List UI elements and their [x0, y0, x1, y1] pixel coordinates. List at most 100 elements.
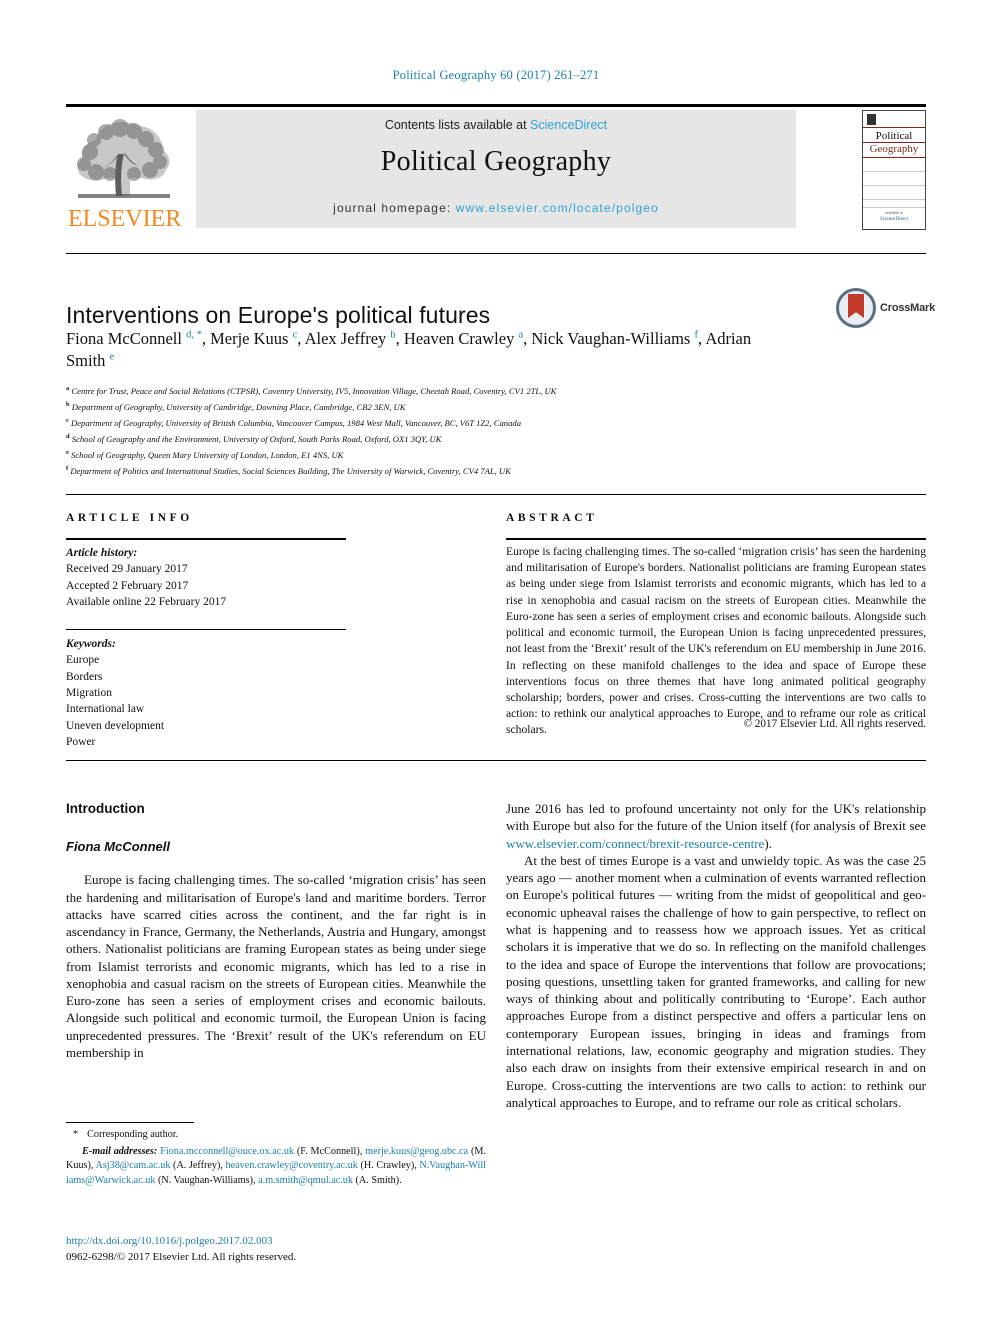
article-history-entry: Received 29 January 2017 [66, 563, 188, 576]
keyword-item: Borders [66, 670, 103, 683]
email-link[interactable]: Asj38@cam.ac.uk [95, 1160, 170, 1171]
homepage-label: journal homepage: [333, 201, 456, 215]
footnote-block: * Corresponding author. E-mail addresses:… [66, 1128, 486, 1189]
doi-link[interactable]: http://dx.doi.org/10.1016/j.polgeo.2017.… [66, 1234, 496, 1250]
affiliation-line: e School of Geography, Queen Mary Univer… [66, 447, 926, 463]
body-paragraph: Europe is facing challenging times. The … [66, 872, 486, 1061]
email-link[interactable]: heaven.crawley@coventry.ac.uk [226, 1160, 358, 1171]
affiliation-text: Centre for Trust, Peace and Social Relat… [69, 385, 557, 396]
crossmark-label: CrossMark [880, 302, 936, 314]
email-link[interactable]: a.m.smith@qmul.ac.uk [258, 1175, 353, 1186]
cover-footer-brand: ScienceDirect [879, 217, 909, 222]
affiliation-line: d School of Geography and the Environmen… [66, 431, 926, 447]
masthead-top-rule [66, 104, 926, 107]
affiliation-list: a Centre for Trust, Peace and Social Rel… [66, 383, 926, 479]
email-person: (H. Crawley), [357, 1160, 420, 1172]
elsevier-logo: ELSEVIER [68, 114, 182, 232]
article-history-label: Article history: [66, 547, 138, 559]
page-title: Interventions on Europe's political futu… [66, 302, 491, 329]
abstract-copyright: © 2017 Elsevier Ltd. All rights reserved… [743, 718, 927, 730]
paragraph-text-before-link: June 2016 has led to profound uncertaint… [506, 801, 926, 834]
author-separator: , [297, 329, 305, 348]
keyword-item: Power [66, 735, 96, 748]
abstract-underline-rule [506, 538, 926, 540]
author-name: Heaven Crawley [403, 329, 519, 348]
affiliation-line: a Centre for Trust, Peace and Social Rel… [66, 383, 926, 399]
body-paragraph: June 2016 has led to profound uncertaint… [506, 800, 926, 852]
journal-title: Political Geography [380, 146, 612, 177]
doi-footer: http://dx.doi.org/10.1016/j.polgeo.2017.… [66, 1234, 496, 1266]
homepage-url-link[interactable]: www.elsevier.com/locate/polgeo [456, 201, 659, 215]
body-column-right: June 2016 has led to profound uncertaint… [506, 800, 926, 1111]
brexit-resource-centre-link[interactable]: www.elsevier.com/connect/brexit-resource… [506, 836, 764, 851]
title-separator-rule [66, 253, 926, 254]
section-author-byline: Fiona McConnell [66, 838, 170, 854]
author-affiliation-mark: e [109, 351, 115, 363]
issn-copyright-line: 0962-6298/© 2017 Elsevier Ltd. All right… [66, 1250, 297, 1263]
running-head: Political Geography 60 (2017) 261–271 [392, 68, 600, 82]
keyword-item: Europe [66, 654, 100, 667]
corresponding-author-note: * Corresponding author. [66, 1128, 486, 1143]
keyword-item: International law [66, 703, 145, 716]
section-heading-introduction: Introduction [66, 801, 145, 816]
author-separator: , [201, 329, 211, 348]
author-name: Alex Jeffrey [304, 329, 391, 348]
affiliation-line: f Department of Politics and Internation… [66, 463, 926, 479]
cover-title-line2: Geography [869, 143, 919, 155]
affiliation-line: b Department of Geography, University of… [66, 399, 926, 415]
keywords-rule [66, 629, 346, 630]
corresponding-author-text: Corresponding author. [87, 1129, 179, 1140]
asterisk-icon: * [73, 1129, 79, 1140]
crossmark-badge[interactable]: CrossMark [836, 288, 935, 330]
contents-prefix: Contents lists available at [384, 118, 531, 132]
author-name: Fiona McConnell [66, 329, 187, 348]
affiliation-text: Department of Geography, University of C… [69, 401, 406, 412]
email-addresses-label: E-mail addresses: [82, 1145, 158, 1157]
author-list: Fiona McConnell d, *, Merje Kuus c, Alex… [66, 328, 786, 373]
keywords-label: Keywords: [66, 638, 116, 650]
keywords-block: Keywords: Europe Borders Migration Internat… [66, 636, 356, 750]
journal-cover-thumbnail: Political Geography available at Science… [862, 110, 926, 230]
journal-homepage-line: journal homepage: www.elsevier.com/locat… [196, 201, 796, 215]
author-affiliation-mark: d, * [186, 329, 202, 341]
article-page: Political Geography 60 (2017) 261–271 Co… [0, 0, 992, 1323]
email-person: (N. Vaughan-Williams), [155, 1175, 259, 1187]
article-history-entry: Available online 22 February 2017 [66, 595, 227, 608]
cover-title-line1: Political [875, 130, 913, 142]
sciencedirect-link[interactable]: ScienceDirect [530, 118, 607, 132]
affiliation-text: Department of Politics and International… [68, 466, 511, 477]
cover-mini-logo-icon [867, 114, 876, 125]
email-addresses-note: E-mail addresses: Fiona.mcconnell@ouce.o… [66, 1145, 486, 1189]
author-name: Nick Vaughan-Williams [531, 329, 695, 348]
affiliation-text: Department of Geography, University of B… [68, 417, 521, 428]
journal-masthead: Contents lists available at ScienceDirec… [66, 104, 926, 232]
email-link[interactable]: Fiona.mcconnell@ouce.ox.ac.uk [160, 1146, 294, 1157]
info-top-rule [66, 494, 926, 495]
email-person: (A. Smith). [352, 1175, 402, 1187]
cover-footer: available at ScienceDirect [863, 210, 925, 224]
contents-line: Contents lists available at ScienceDirec… [196, 118, 796, 132]
email-person: (A. Jeffrey), [170, 1160, 226, 1172]
info-bottom-rule [66, 760, 926, 761]
article-info-heading: ARTICLE INFO [66, 512, 193, 524]
keyword-item: Uneven development [66, 719, 165, 732]
email-person: (F. McConnell), [294, 1145, 366, 1157]
email-link[interactable]: merje.kuus@geog.ubc.ca [365, 1146, 468, 1157]
affiliation-text: School of Geography and the Environment,… [69, 434, 442, 445]
affiliation-text: School of Geography, Queen Mary Universi… [68, 450, 344, 461]
body-paragraph: At the best of times Europe is a vast an… [506, 852, 926, 1110]
paragraph-text-after-link: ). [764, 835, 772, 851]
body-column-left: Introduction Fiona McConnell Europe is f… [66, 800, 486, 1061]
footnote-rule [66, 1122, 194, 1123]
article-history: Article history: Received 29 January 201… [66, 545, 356, 610]
elsevier-tree-icon [72, 114, 176, 206]
info-underline-rule [66, 538, 346, 540]
abstract-heading: ABSTRACT [506, 512, 598, 524]
abstract-text: Europe is facing challenging times. The … [506, 545, 926, 737]
author-name: Merje Kuus [210, 329, 293, 348]
article-history-entry: Accepted 2 February 2017 [66, 579, 189, 592]
keyword-item: Migration [66, 686, 112, 699]
elsevier-wordmark: ELSEVIER [68, 206, 182, 232]
author-separator: , [395, 329, 404, 348]
affiliation-line: c Department of Geography, University of… [66, 415, 926, 431]
